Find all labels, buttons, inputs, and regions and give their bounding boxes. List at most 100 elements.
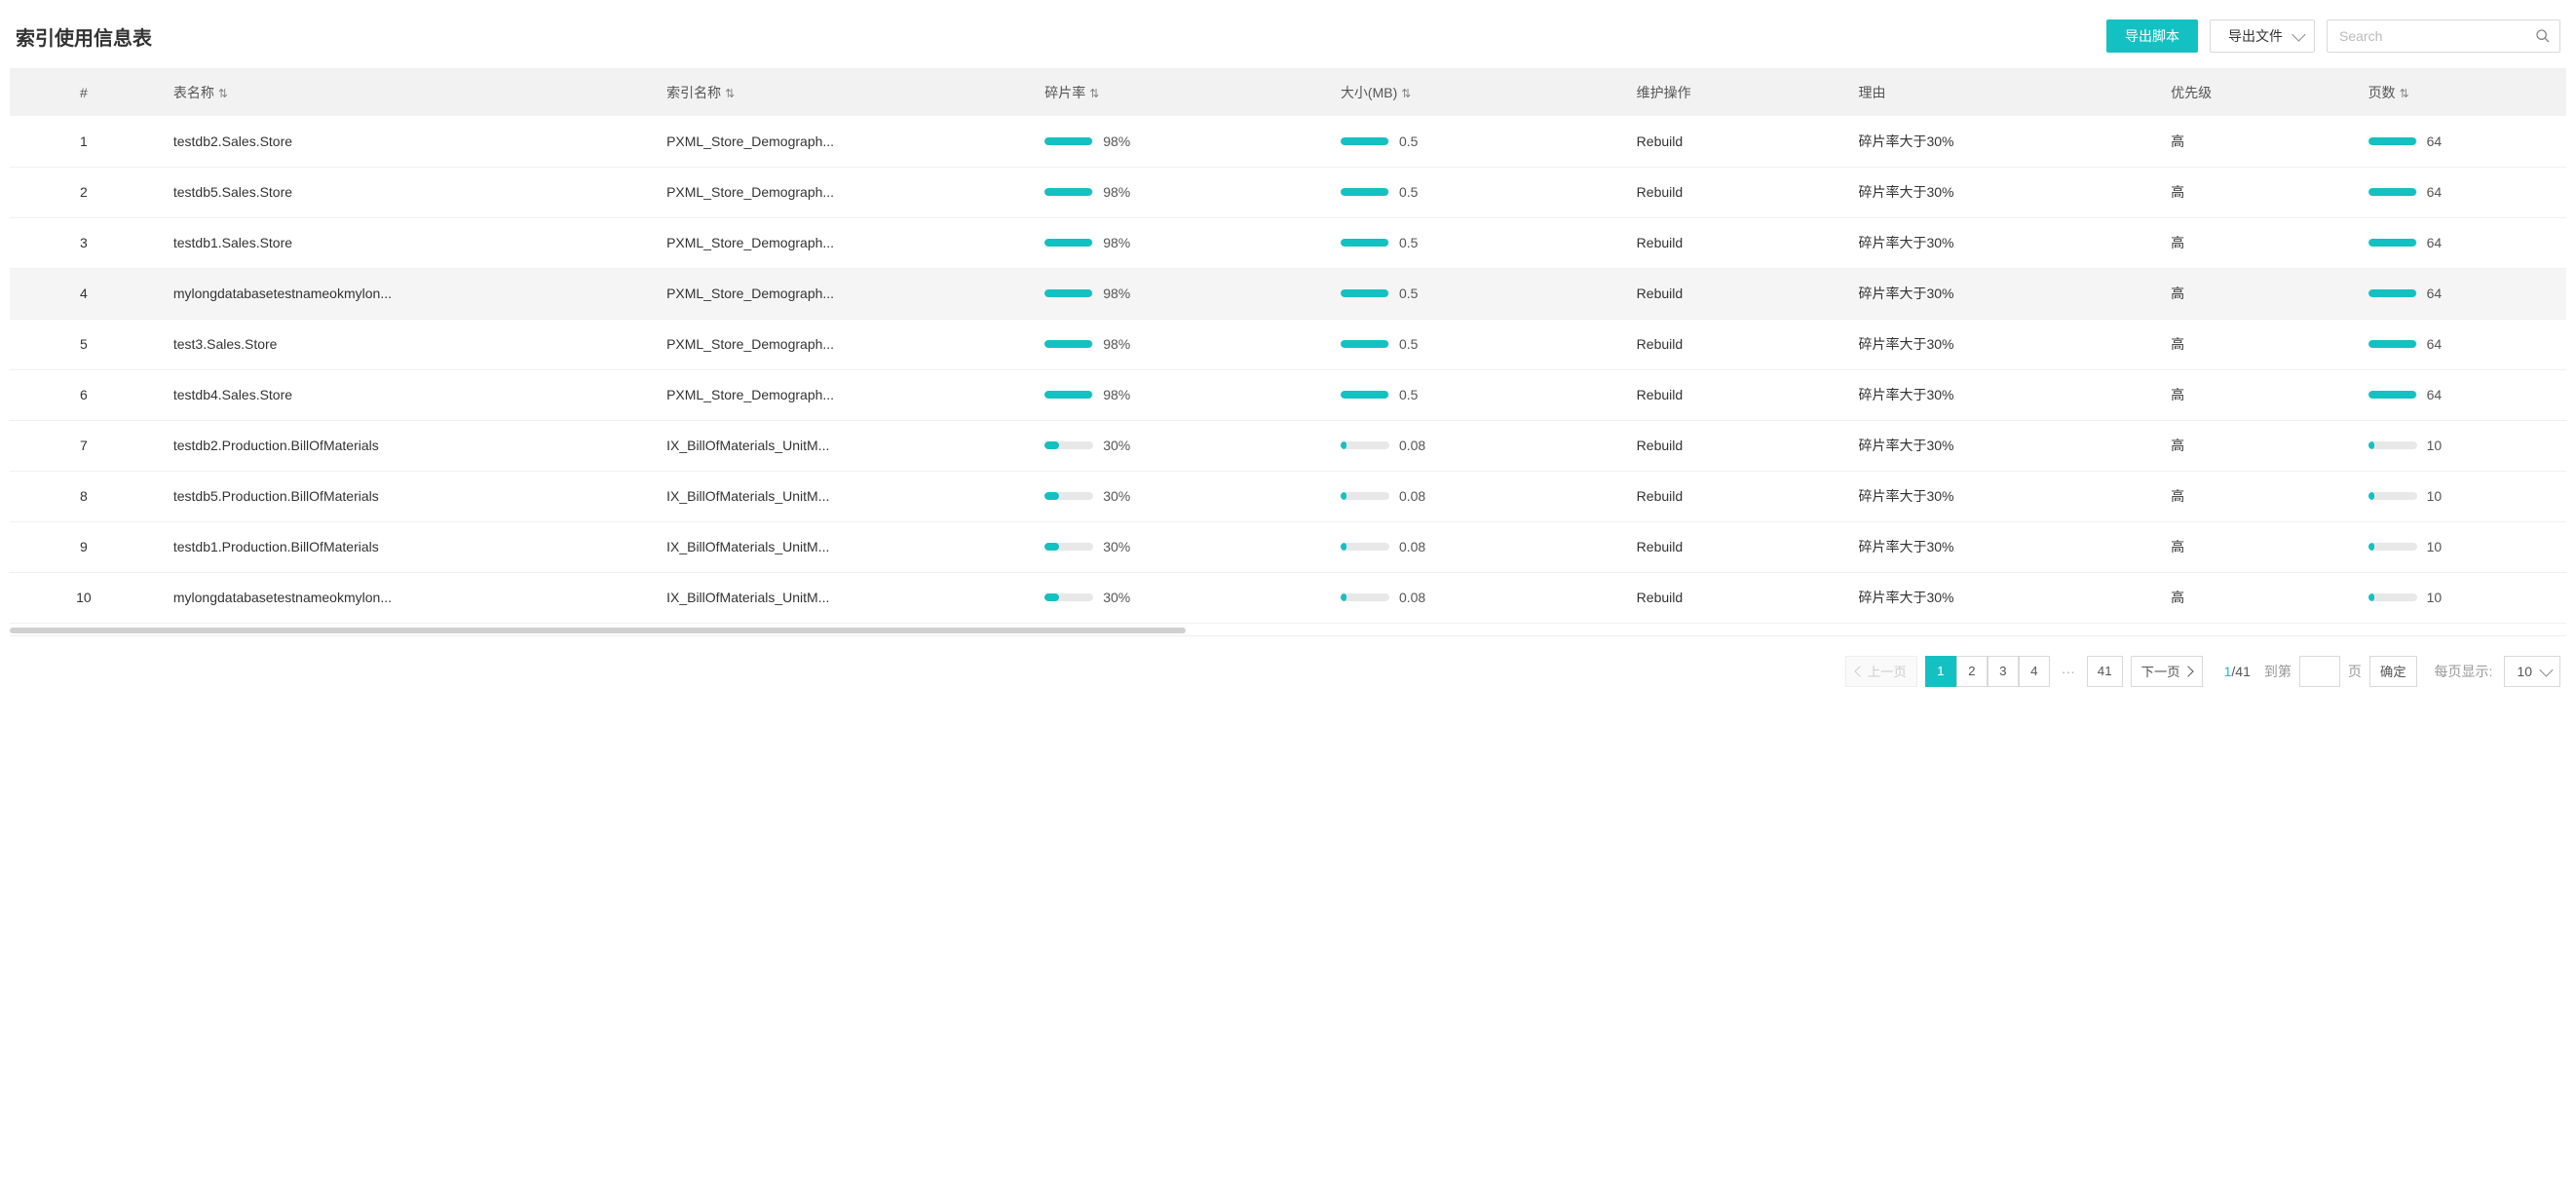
col-header-priority[interactable]: 优先级 [2155, 69, 2352, 116]
cell-index-name: PXML_Store_Demograph... [651, 116, 1029, 167]
page-number-button[interactable]: 4 [2019, 656, 2050, 687]
search-input[interactable] [2327, 19, 2560, 53]
progress-bar [1044, 543, 1093, 551]
progress-bar [2368, 391, 2417, 399]
prev-page-button[interactable]: 上一页 [1845, 656, 1917, 687]
page-info: 1/41 [2224, 664, 2251, 679]
col-header-reason[interactable]: 理由 [1842, 69, 2155, 116]
search-wrap [2327, 19, 2560, 53]
col-header-pages[interactable]: 页数⇅ [2353, 69, 2566, 116]
cell-table-name: mylongdatabasetestnameokmylon... [158, 268, 651, 319]
cell-priority: 高 [2155, 268, 2352, 319]
progress-bar [1341, 239, 1389, 247]
table-row[interactable]: 3testdb1.Sales.StorePXML_Store_Demograph… [10, 217, 2566, 268]
cell-table-name: testdb1.Sales.Store [158, 217, 651, 268]
progress-label: 30% [1103, 539, 1130, 554]
table-row[interactable]: 6testdb4.Sales.StorePXML_Store_Demograph… [10, 369, 2566, 420]
progress-label: 0.5 [1399, 134, 1418, 149]
table-row[interactable]: 7testdb2.Production.BillOfMaterialsIX_Bi… [10, 420, 2566, 471]
col-header-table-name[interactable]: 表名称⇅ [158, 69, 651, 116]
cell-size: 0.5 [1325, 268, 1621, 319]
progress-bar [1044, 137, 1093, 145]
cell-operation: Rebuild [1621, 268, 1843, 319]
progress-bar [1044, 188, 1093, 196]
export-script-label: 导出脚本 [2125, 26, 2179, 46]
pagination: 上一页 1234 ··· 41 下一页 1/41 到第 页 确定 每页显示: 1… [10, 636, 2566, 687]
cell-operation: Rebuild [1621, 116, 1843, 167]
progress-label: 98% [1103, 336, 1130, 352]
cell-index: 5 [10, 319, 158, 369]
sort-icon: ⇅ [1089, 87, 1099, 100]
col-header-operation[interactable]: 维护操作 [1621, 69, 1843, 116]
export-script-button[interactable]: 导出脚本 [2106, 19, 2198, 53]
col-header-size[interactable]: 大小(MB)⇅ [1325, 69, 1621, 116]
page-number-button[interactable]: 2 [1956, 656, 1988, 687]
cell-reason: 碎片率大于30% [1842, 167, 2155, 217]
progress-label: 64 [2427, 134, 2443, 149]
progress-label: 64 [2427, 286, 2443, 301]
col-header-index-name[interactable]: 索引名称⇅ [651, 69, 1029, 116]
table-row[interactable]: 8testdb5.Production.BillOfMaterialsIX_Bi… [10, 471, 2566, 521]
cell-index: 3 [10, 217, 158, 268]
cell-priority: 高 [2155, 420, 2352, 471]
cell-frag-rate: 98% [1029, 268, 1325, 319]
progress-label: 10 [2427, 539, 2443, 554]
progress-label: 10 [2427, 488, 2443, 504]
cell-operation: Rebuild [1621, 369, 1843, 420]
export-file-dropdown[interactable]: 导出文件 [2210, 19, 2315, 53]
cell-table-name: testdb4.Sales.Store [158, 369, 651, 420]
progress-bar [1044, 391, 1093, 399]
page-number-button[interactable]: 1 [1925, 656, 1956, 687]
progress-bar [1341, 289, 1389, 297]
cell-reason: 碎片率大于30% [1842, 319, 2155, 369]
progress-bar [1341, 391, 1389, 399]
scrollbar-thumb[interactable] [10, 628, 1186, 633]
progress-label: 0.08 [1399, 590, 1425, 605]
cell-size: 0.5 [1325, 369, 1621, 420]
table-row[interactable]: 4mylongdatabasetestnameokmylon...PXML_St… [10, 268, 2566, 319]
progress-label: 0.08 [1399, 438, 1425, 453]
cell-frag-rate: 98% [1029, 369, 1325, 420]
cell-pages: 64 [2353, 319, 2566, 369]
progress-label: 0.5 [1399, 336, 1418, 352]
progress-label: 10 [2427, 590, 2443, 605]
table-row[interactable]: 1testdb2.Sales.StorePXML_Store_Demograph… [10, 116, 2566, 167]
table-row[interactable]: 2testdb5.Sales.StorePXML_Store_Demograph… [10, 167, 2566, 217]
cell-index-name: PXML_Store_Demograph... [651, 268, 1029, 319]
table-row[interactable]: 9testdb1.Production.BillOfMaterialsIX_Bi… [10, 521, 2566, 572]
cell-pages: 10 [2353, 471, 2566, 521]
cell-pages: 64 [2353, 116, 2566, 167]
progress-bar [2368, 340, 2417, 348]
header-actions: 导出脚本 导出文件 [2106, 19, 2560, 53]
progress-bar [2368, 289, 2417, 297]
cell-pages: 10 [2353, 521, 2566, 572]
last-page-button[interactable]: 41 [2087, 656, 2123, 687]
table-row[interactable]: 5test3.Sales.StorePXML_Store_Demograph..… [10, 319, 2566, 369]
progress-bar [1341, 492, 1389, 500]
cell-frag-rate: 98% [1029, 319, 1325, 369]
cell-reason: 碎片率大于30% [1842, 572, 2155, 623]
progress-label: 64 [2427, 235, 2443, 250]
progress-label: 98% [1103, 286, 1130, 301]
cell-size: 0.08 [1325, 521, 1621, 572]
sort-icon: ⇅ [2400, 87, 2409, 100]
progress-bar [1341, 543, 1389, 551]
progress-bar [2368, 593, 2417, 601]
cell-frag-rate: 98% [1029, 116, 1325, 167]
pagesize-select[interactable]: 10 [2504, 656, 2560, 687]
goto-confirm-button[interactable]: 确定 [2369, 656, 2417, 687]
cell-index-name: PXML_Store_Demograph... [651, 369, 1029, 420]
goto-page-input[interactable] [2299, 656, 2340, 687]
progress-bar [1044, 289, 1093, 297]
next-page-button[interactable]: 下一页 [2131, 656, 2203, 687]
progress-label: 0.5 [1399, 286, 1418, 301]
cell-frag-rate: 98% [1029, 217, 1325, 268]
col-header-index[interactable]: # [10, 69, 158, 116]
cell-operation: Rebuild [1621, 521, 1843, 572]
table-row[interactable]: 10mylongdatabasetestnameokmylon...IX_Bil… [10, 572, 2566, 623]
horizontal-scrollbar[interactable] [10, 626, 2566, 635]
page-number-button[interactable]: 3 [1988, 656, 2019, 687]
col-header-frag-rate[interactable]: 碎片率⇅ [1029, 69, 1325, 116]
cell-priority: 高 [2155, 167, 2352, 217]
progress-label: 30% [1103, 488, 1130, 504]
